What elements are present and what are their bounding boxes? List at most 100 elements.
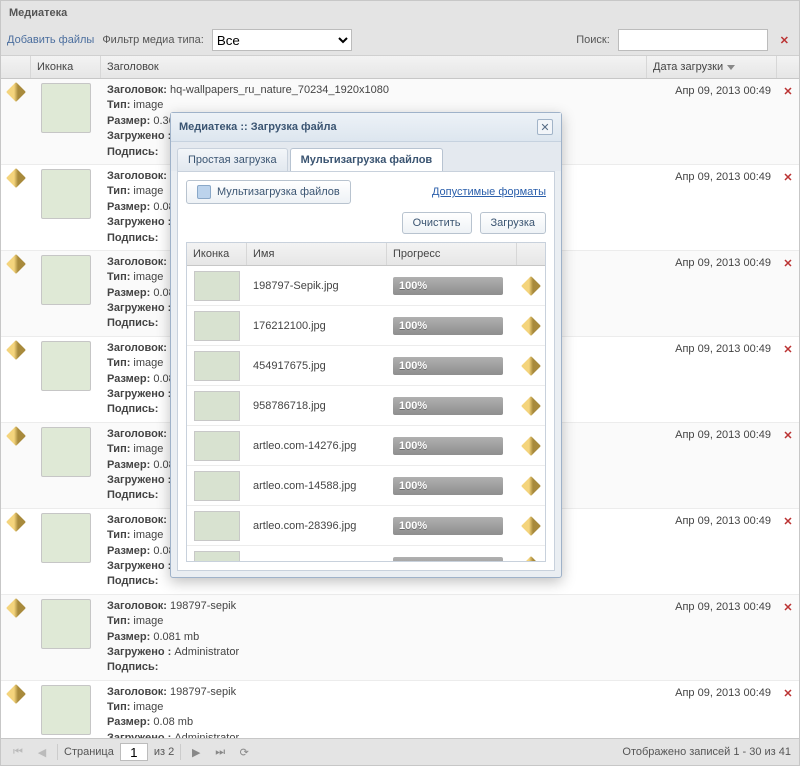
progress-bar: 100% xyxy=(393,437,503,455)
upload-filename: 454917675.jpg xyxy=(247,356,387,376)
dialog-title: Медиатека :: Загрузка файла xyxy=(179,121,537,133)
media-type-filter[interactable]: Все xyxy=(212,29,352,51)
delete-icon[interactable]: ✕ xyxy=(779,343,796,356)
upload-icon xyxy=(197,185,211,199)
filter-label: Фильтр медиа типа: xyxy=(102,34,204,46)
row-date: Апр 09, 2013 00:49 xyxy=(647,681,777,738)
col-date[interactable]: Дата загрузки xyxy=(647,56,777,78)
up-col-progress[interactable]: Прогресс xyxy=(387,243,517,265)
edit-icon[interactable] xyxy=(521,436,541,456)
up-col-name[interactable]: Имя xyxy=(247,243,387,265)
pager-prev-icon[interactable]: ◀ xyxy=(33,743,51,761)
col-icon[interactable]: Иконка xyxy=(31,56,101,78)
thumbnail[interactable] xyxy=(41,83,91,133)
upload-grid-body[interactable]: 198797-Sepik.jpg100%176212100.jpg100%454… xyxy=(187,266,545,561)
pager-first-icon[interactable]: ⏮ xyxy=(9,743,27,761)
edit-icon[interactable] xyxy=(521,556,541,561)
delete-icon[interactable]: ✕ xyxy=(779,429,796,442)
upload-filename: artleo.com-28396.jpg xyxy=(247,516,387,536)
progress-bar: 100% xyxy=(393,277,503,295)
upload-thumbnail xyxy=(194,391,240,421)
toolbar: Добавить файлы Фильтр медиа типа: Все По… xyxy=(1,25,799,56)
search-input[interactable] xyxy=(618,29,768,51)
row-date: Апр 09, 2013 00:49 xyxy=(647,423,777,508)
row-details: Заголовок: 198797-sepikТип: imageРазмер:… xyxy=(101,681,647,738)
row-date: Апр 09, 2013 00:49 xyxy=(647,251,777,336)
edit-icon[interactable] xyxy=(6,426,26,446)
edit-icon[interactable] xyxy=(6,82,26,102)
up-col-icon[interactable]: Иконка xyxy=(187,243,247,265)
upload-filename: artleo.com-14588.jpg xyxy=(247,476,387,496)
delete-icon[interactable]: ✕ xyxy=(779,85,796,98)
upload-row[interactable]: artleo.com-14588.jpg100% xyxy=(187,466,545,506)
edit-icon[interactable] xyxy=(521,476,541,496)
pager-last-icon[interactable]: ⏭ xyxy=(211,743,229,761)
tab-multi-upload[interactable]: Мультизагрузка файлов xyxy=(290,148,444,171)
edit-icon[interactable] xyxy=(6,340,26,360)
upload-row[interactable]: 454917675.jpg100% xyxy=(187,346,545,386)
delete-icon[interactable]: ✕ xyxy=(779,515,796,528)
edit-icon[interactable] xyxy=(6,598,26,618)
edit-icon[interactable] xyxy=(521,276,541,296)
edit-icon[interactable] xyxy=(521,316,541,336)
thumbnail[interactable] xyxy=(41,685,91,735)
edit-icon[interactable] xyxy=(6,512,26,532)
row-date: Апр 09, 2013 00:49 xyxy=(647,509,777,594)
col-date-label: Дата загрузки xyxy=(653,61,723,73)
upload-row[interactable]: 958786718.jpg100% xyxy=(187,386,545,426)
delete-icon[interactable]: ✕ xyxy=(779,257,796,270)
add-files-button[interactable]: Добавить файлы xyxy=(7,34,94,46)
table-row[interactable]: Заголовок: 198797-sepikТип: imageРазмер:… xyxy=(1,681,799,738)
upload-filename: 198797-Sepik.jpg xyxy=(247,276,387,296)
upload-thumbnail xyxy=(194,551,240,562)
upload-row[interactable]: artleo.com-14276.jpg 100% xyxy=(187,426,545,466)
multi-upload-label: Мультизагрузка файлов xyxy=(217,186,340,198)
upload-thumbnail xyxy=(194,471,240,501)
thumbnail[interactable] xyxy=(41,513,91,563)
pager: ⏮ ◀ Страница из 2 ▶ ⏭ ⟳ Отображено запис… xyxy=(1,738,799,765)
delete-icon[interactable]: ✕ xyxy=(779,171,796,184)
search-label: Поиск: xyxy=(576,34,610,46)
dialog-header[interactable]: Медиатека :: Загрузка файла ✕ xyxy=(171,113,561,142)
tab-simple-upload[interactable]: Простая загрузка xyxy=(177,148,288,171)
progress-bar: 100% xyxy=(393,557,503,562)
multi-upload-button[interactable]: Мультизагрузка файлов xyxy=(186,180,351,204)
col-title[interactable]: Заголовок xyxy=(101,56,647,78)
upload-thumbnail xyxy=(194,511,240,541)
thumbnail[interactable] xyxy=(41,255,91,305)
pager-display-info: Отображено записей 1 - 30 из 41 xyxy=(622,746,791,758)
delete-icon[interactable]: ✕ xyxy=(779,601,796,614)
clear-search-icon[interactable]: ✕ xyxy=(776,34,793,47)
upload-dialog: Медиатека :: Загрузка файла ✕ Простая за… xyxy=(170,112,562,578)
thumbnail[interactable] xyxy=(41,427,91,477)
pager-refresh-icon[interactable]: ⟳ xyxy=(235,743,253,761)
thumbnail[interactable] xyxy=(41,169,91,219)
row-date: Апр 09, 2013 00:49 xyxy=(647,337,777,422)
thumbnail[interactable] xyxy=(41,599,91,649)
pager-page-input[interactable] xyxy=(120,743,148,761)
upload-grid: Иконка Имя Прогресс 198797-Sepik.jpg 100%… xyxy=(186,242,546,562)
edit-icon[interactable] xyxy=(521,396,541,416)
edit-icon[interactable] xyxy=(6,168,26,188)
allowed-formats-link[interactable]: Допустимые форматы xyxy=(432,186,546,198)
upload-button[interactable]: Загрузка xyxy=(480,212,546,234)
edit-icon[interactable] xyxy=(521,356,541,376)
edit-icon[interactable] xyxy=(6,254,26,274)
close-icon[interactable]: ✕ xyxy=(537,119,553,135)
thumbnail[interactable] xyxy=(41,341,91,391)
upload-grid-header: Иконка Имя Прогресс xyxy=(187,243,545,266)
upload-filename: artleo.com-14276.jpg xyxy=(247,436,387,456)
clear-button[interactable]: Очистить xyxy=(402,212,472,234)
dialog-tabs: Простая загрузка Мультизагрузка файлов xyxy=(171,142,561,171)
upload-row[interactable]: 198797-Sepik.jpg 100% xyxy=(187,266,545,306)
upload-row[interactable]: artleo.com-41588.jpg100% xyxy=(187,546,545,561)
delete-icon[interactable]: ✕ xyxy=(779,687,796,700)
upload-filename: 958786718.jpg xyxy=(247,396,387,416)
upload-filename: 176212100.jpg xyxy=(247,316,387,336)
table-row[interactable]: Заголовок: 198797-sepikТип: imageРазмер:… xyxy=(1,595,799,681)
edit-icon[interactable] xyxy=(6,684,26,704)
upload-row[interactable]: artleo.com-28396.jpg100% xyxy=(187,506,545,546)
edit-icon[interactable] xyxy=(521,516,541,536)
pager-next-icon[interactable]: ▶ xyxy=(187,743,205,761)
upload-row[interactable]: 176212100.jpg100% xyxy=(187,306,545,346)
